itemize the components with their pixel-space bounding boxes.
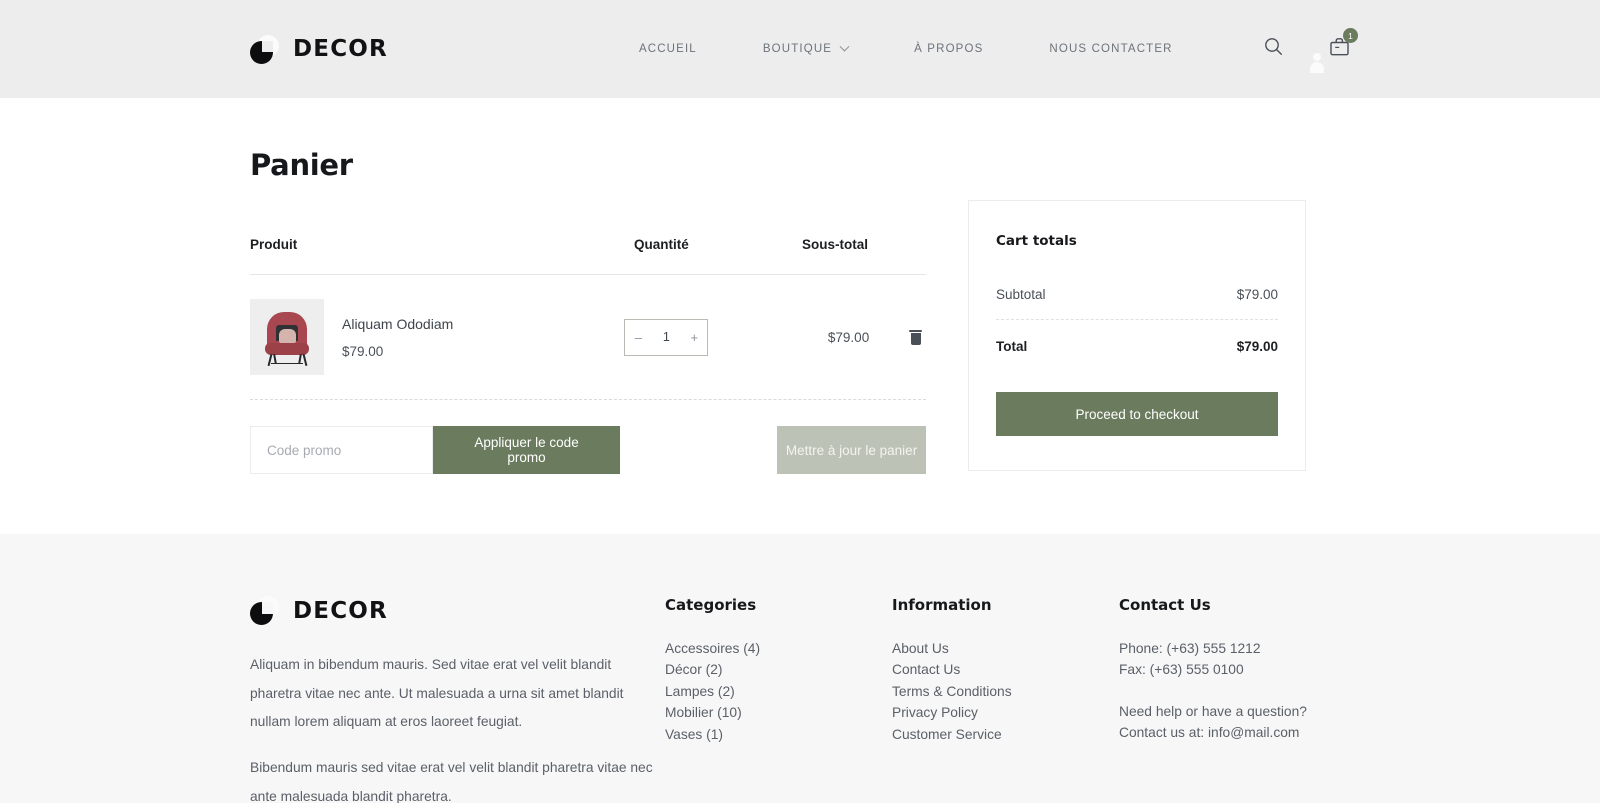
nav-item-nous-contacter[interactable]: NOUS CONTACTER [1016,43,1205,55]
footer-information-heading: Information [892,596,992,614]
nav-label-accueil: ACCUEIL [638,43,697,55]
total-label: Total [996,339,1028,354]
decor-logo-icon [250,34,279,64]
nav-label-a-propos: À PROPOS [914,43,984,55]
column-header-product: Produit [250,237,298,252]
footer-logo[interactable]: DECOR [250,596,665,625]
product-cell: Aliquam Ododiam $79.00 [250,299,624,375]
main-navigation: ACCUEIL BOUTIQUE À PROPOS NOUS CONTACTER [606,41,1206,55]
trash-icon[interactable] [909,329,922,345]
nav-item-a-propos[interactable]: À PROPOS [881,43,1016,55]
chevron-down-icon [839,41,850,52]
footer-email-line: Contact us at: info@mail.com [1119,725,1300,741]
nav-label-boutique: BOUTIQUE [762,43,833,55]
footer-description-2: Bibendum mauris sed vitae erat vel velit… [250,760,653,803]
footer-help-line: Need help or have a question? [1119,703,1307,719]
subtotal-label: Subtotal [996,287,1046,302]
product-info: Aliquam Ododiam $79.00 [342,316,453,359]
update-cart-button[interactable]: Mettre à jour le panier [777,426,926,474]
cart-layout: Produit Quantité Sous-total Aliquam Odod… [250,200,1350,474]
nav-item-accueil[interactable]: ACCUEIL [606,43,730,55]
footer-description-1: Aliquam in bibendum mauris. Sed vitae er… [250,657,624,730]
total-value: $79.00 [1236,339,1278,354]
site-header: DECOR ACCUEIL BOUTIQUE À PROPOS NOUS CON… [0,0,1600,98]
quantity-cell: – 1 + [624,318,788,356]
cart-table-section: Produit Quantité Sous-total Aliquam Odod… [250,237,926,474]
coupon-row: Appliquer le code promo Mettre à jour le… [250,426,926,474]
footer-category-lampes[interactable]: Lampes (2) [665,681,892,702]
footer-category-accessoires[interactable]: Accessoires (4) [665,638,892,659]
product-price: $79.00 [342,343,384,359]
footer-link-contact-us[interactable]: Contact Us [892,659,1119,680]
footer-brand-name: DECOR [293,597,388,624]
site-footer: DECOR Aliquam in bibendum mauris. Sed vi… [0,534,1600,803]
total-row: Total $79.00 [996,320,1278,354]
footer-link-customer-service[interactable]: Customer Service [892,724,1119,745]
proceed-to-checkout-button[interactable]: Proceed to checkout [996,392,1278,436]
product-thumbnail-armchair[interactable] [250,299,324,375]
quantity-stepper[interactable]: – 1 + [624,318,709,356]
footer-category-mobilier[interactable]: Mobilier (10) [665,702,892,723]
footer-brand-column: DECOR Aliquam in bibendum mauris. Sed vi… [250,596,665,803]
footer-information-column: Information About Us Contact Us Terms & … [892,596,1119,803]
nav-label-nous-contacter: NOUS CONTACTER [1049,43,1173,55]
cart-totals-panel: Cart totals Subtotal $79.00 Total $79.00… [968,200,1306,471]
remove-item-cell [909,329,926,345]
footer-link-terms-conditions[interactable]: Terms & Conditions [892,681,1119,702]
brand-name: DECOR [293,36,388,62]
subtotal-value: $79.00 [1236,287,1278,302]
page-title: Panier [250,148,353,182]
item-subtotal: $79.00 [827,329,870,345]
quantity-increase-button[interactable]: + [681,331,707,344]
footer-categories-heading: Categories [665,596,757,614]
footer-contact-heading: Contact Us [1119,596,1211,614]
footer-link-privacy-policy[interactable]: Privacy Policy [892,702,1119,723]
footer-link-about-us[interactable]: About Us [892,638,1119,659]
site-logo[interactable]: DECOR [250,34,388,64]
footer-contact-column: Contact Us Phone: (+63) 555 1212 Fax: (+… [1119,596,1349,803]
footer-fax: Fax: (+63) 555 0100 [1119,662,1244,678]
footer-phone: Phone: (+63) 555 1212 [1119,641,1261,656]
footer-categories-column: Categories Accessoires (4) Décor (2) Lam… [665,596,892,803]
subtotal-row: Subtotal $79.00 [996,287,1278,320]
footer-contact-spacer [1119,681,1349,701]
cart-count-badge: 1 [1343,28,1358,43]
search-icon[interactable] [1264,37,1283,61]
footer-category-decor[interactable]: Décor (2) [665,659,892,680]
quantity-value[interactable]: 1 [651,330,681,344]
quantity-decrease-button[interactable]: – [625,331,651,344]
decor-logo-icon [250,596,279,625]
main-content: Panier Produit Quantité Sous-total Aliqu… [0,98,1600,534]
column-header-subtotal: Sous-total [802,237,868,252]
column-header-quantity: Quantité [634,237,689,252]
footer-category-vases[interactable]: Vases (1) [665,724,892,745]
apply-coupon-button[interactable]: Appliquer le code promo [433,426,621,474]
nav-item-boutique[interactable]: BOUTIQUE [730,41,881,55]
cart-icon[interactable]: 1 [1329,28,1358,62]
product-name[interactable]: Aliquam Ododiam [342,316,453,332]
cart-table-header: Produit Quantité Sous-total [250,237,926,275]
cart-item-row: Aliquam Ododiam $79.00 – 1 + $79.00 [250,275,926,400]
header-icon-group: 1 [1264,28,1358,62]
cart-totals-title: Cart totals [996,233,1077,249]
coupon-input[interactable] [250,426,433,474]
